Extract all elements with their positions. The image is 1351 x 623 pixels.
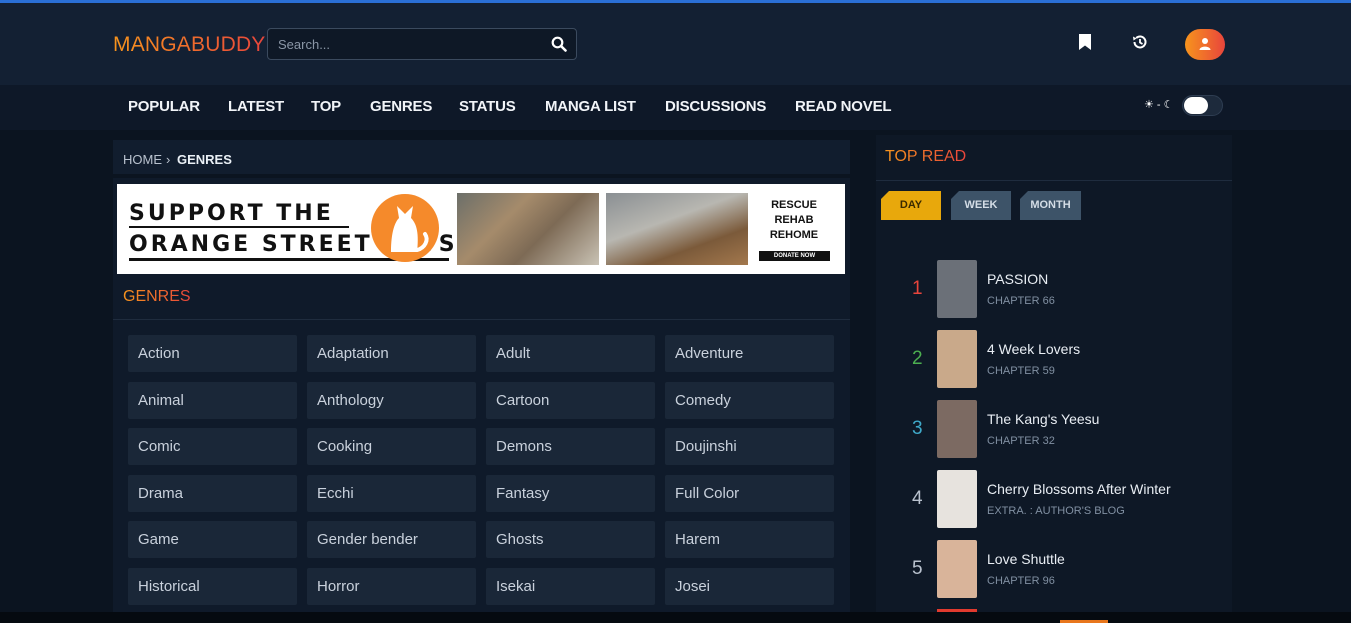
theme-toggle[interactable]	[1182, 95, 1223, 116]
user-avatar-button[interactable]	[1185, 29, 1225, 60]
nav-top[interactable]: TOP	[311, 98, 341, 115]
genre-full-color[interactable]: Full Color	[665, 475, 834, 512]
rehome-line: REHOME	[769, 229, 819, 241]
latest-chapter[interactable]: CHAPTER 59	[987, 365, 1055, 377]
cat-photo-2	[606, 193, 748, 265]
tab-day[interactable]: DAY	[881, 191, 941, 220]
latest-chapter[interactable]: CHAPTER 32	[987, 435, 1055, 447]
top-read-item[interactable]: 4 Cherry Blossoms After Winter EXTRA. : …	[876, 470, 1232, 532]
tab-month[interactable]: MONTH	[1020, 191, 1081, 220]
genre-comedy[interactable]: Comedy	[665, 382, 834, 419]
top-read-item[interactable]: 1 PASSION CHAPTER 66	[876, 260, 1232, 322]
main-nav: POPULAR LATEST TOP GENRES STATUS MANGA L…	[0, 85, 1351, 130]
nav-discussions[interactable]: DISCUSSIONS	[665, 98, 766, 115]
search-box	[267, 28, 577, 60]
genre-harem[interactable]: Harem	[665, 521, 834, 558]
manga-cover[interactable]	[937, 400, 977, 458]
rank-number: 4	[912, 488, 923, 509]
banner-line-1: SUPPORT THE	[129, 201, 334, 226]
ad-banner[interactable]: SUPPORT THE ORANGE STREET CATS RESCUE RE…	[117, 184, 845, 274]
manga-cover[interactable]	[937, 540, 977, 598]
genre-drama[interactable]: Drama	[128, 475, 297, 512]
genre-cooking[interactable]: Cooking	[307, 428, 476, 465]
rescue-text: RESCUE REHAB REHOME	[758, 198, 830, 243]
search-input[interactable]	[268, 29, 538, 59]
genre-adventure[interactable]: Adventure	[665, 335, 834, 372]
latest-chapter[interactable]: CHAPTER 66	[987, 295, 1055, 307]
bottom-bar	[0, 612, 1351, 623]
cat-logo-icon	[371, 194, 439, 262]
search-icon[interactable]	[551, 36, 567, 52]
genre-isekai[interactable]: Isekai	[486, 568, 655, 605]
genre-adult[interactable]: Adult	[486, 335, 655, 372]
latest-chapter[interactable]: EXTRA. : AUTHOR'S BLOG	[987, 505, 1125, 517]
genre-horror[interactable]: Horror	[307, 568, 476, 605]
history-icon[interactable]	[1131, 33, 1149, 51]
genre-demons[interactable]: Demons	[486, 428, 655, 465]
genre-comic[interactable]: Comic	[128, 428, 297, 465]
bookmark-icon[interactable]	[1076, 33, 1094, 51]
manga-title[interactable]: Cherry Blossoms After Winter	[987, 481, 1171, 497]
cat-photo-1	[457, 193, 599, 265]
header: MANGABUDDY	[0, 3, 1351, 85]
genre-cartoon[interactable]: Cartoon	[486, 382, 655, 419]
site-logo[interactable]: MANGABUDDY	[113, 33, 266, 57]
nav-latest[interactable]: LATEST	[228, 98, 284, 115]
banner-underline-1	[129, 226, 349, 228]
user-icon	[1199, 38, 1211, 50]
genre-gender-bender[interactable]: Gender bender	[307, 521, 476, 558]
genre-game[interactable]: Game	[128, 521, 297, 558]
manga-cover[interactable]	[937, 260, 977, 318]
genres-title: GENRES	[123, 288, 191, 305]
top-read-title: TOP READ	[885, 148, 967, 165]
rehab-line: REHAB	[774, 214, 814, 226]
toggle-knob	[1184, 97, 1208, 114]
manga-title[interactable]: PASSION	[987, 271, 1048, 287]
genre-animal[interactable]: Animal	[128, 382, 297, 419]
top-read-item[interactable]: 5 Love Shuttle CHAPTER 96	[876, 540, 1232, 602]
nav-status[interactable]: STATUS	[459, 98, 516, 115]
rank-number: 3	[912, 418, 923, 439]
manga-cover[interactable]	[937, 470, 977, 528]
theme-symbols: ☀ - ☾	[1144, 99, 1174, 111]
manga-title[interactable]: Love Shuttle	[987, 551, 1065, 567]
nav-read-novel[interactable]: READ NOVEL	[795, 98, 892, 115]
top-read-item[interactable]: 2 4 Week Lovers CHAPTER 59	[876, 330, 1232, 392]
genre-ecchi[interactable]: Ecchi	[307, 475, 476, 512]
nav-manga-list[interactable]: MANGA LIST	[545, 98, 636, 115]
manga-title[interactable]: 4 Week Lovers	[987, 341, 1080, 357]
rescue-line: RESCUE	[771, 199, 817, 211]
main-content: HOME › GENRES SUPPORT THE ORANGE STREET …	[113, 140, 850, 623]
breadcrumb-current: GENRES	[177, 152, 232, 167]
breadcrumb: HOME › GENRES	[113, 140, 850, 178]
genre-fantasy[interactable]: Fantasy	[486, 475, 655, 512]
manga-cover[interactable]	[937, 330, 977, 388]
top-read-heading: TOP READ	[876, 135, 1232, 181]
genre-ghosts[interactable]: Ghosts	[486, 521, 655, 558]
rank-number: 5	[912, 558, 923, 579]
genre-josei[interactable]: Josei	[665, 568, 834, 605]
breadcrumb-separator: ›	[166, 152, 171, 167]
rank-number: 2	[912, 348, 923, 369]
genre-historical[interactable]: Historical	[128, 568, 297, 605]
top-read-item[interactable]: 3 The Kang's Yeesu CHAPTER 32	[876, 400, 1232, 462]
donate-now-button[interactable]: DONATE NOW	[759, 251, 830, 261]
breadcrumb-home[interactable]: HOME	[123, 152, 162, 167]
tab-week[interactable]: WEEK	[951, 191, 1011, 220]
genre-anthology[interactable]: Anthology	[307, 382, 476, 419]
genre-doujinshi[interactable]: Doujinshi	[665, 428, 834, 465]
rank-number: 1	[912, 278, 923, 299]
manga-title[interactable]: The Kang's Yeesu	[987, 411, 1099, 427]
genres-heading: GENRES	[113, 280, 850, 320]
genre-adaptation[interactable]: Adaptation	[307, 335, 476, 372]
genre-action[interactable]: Action	[128, 335, 297, 372]
nav-popular[interactable]: POPULAR	[128, 98, 200, 115]
latest-chapter[interactable]: CHAPTER 96	[987, 575, 1055, 587]
nav-genres[interactable]: GENRES	[370, 98, 432, 115]
theme-switch[interactable]: ☀ - ☾	[1144, 95, 1224, 117]
top-read-sidebar: TOP READ DAY WEEK MONTH 1 PASSION CHAPTE…	[876, 135, 1232, 623]
